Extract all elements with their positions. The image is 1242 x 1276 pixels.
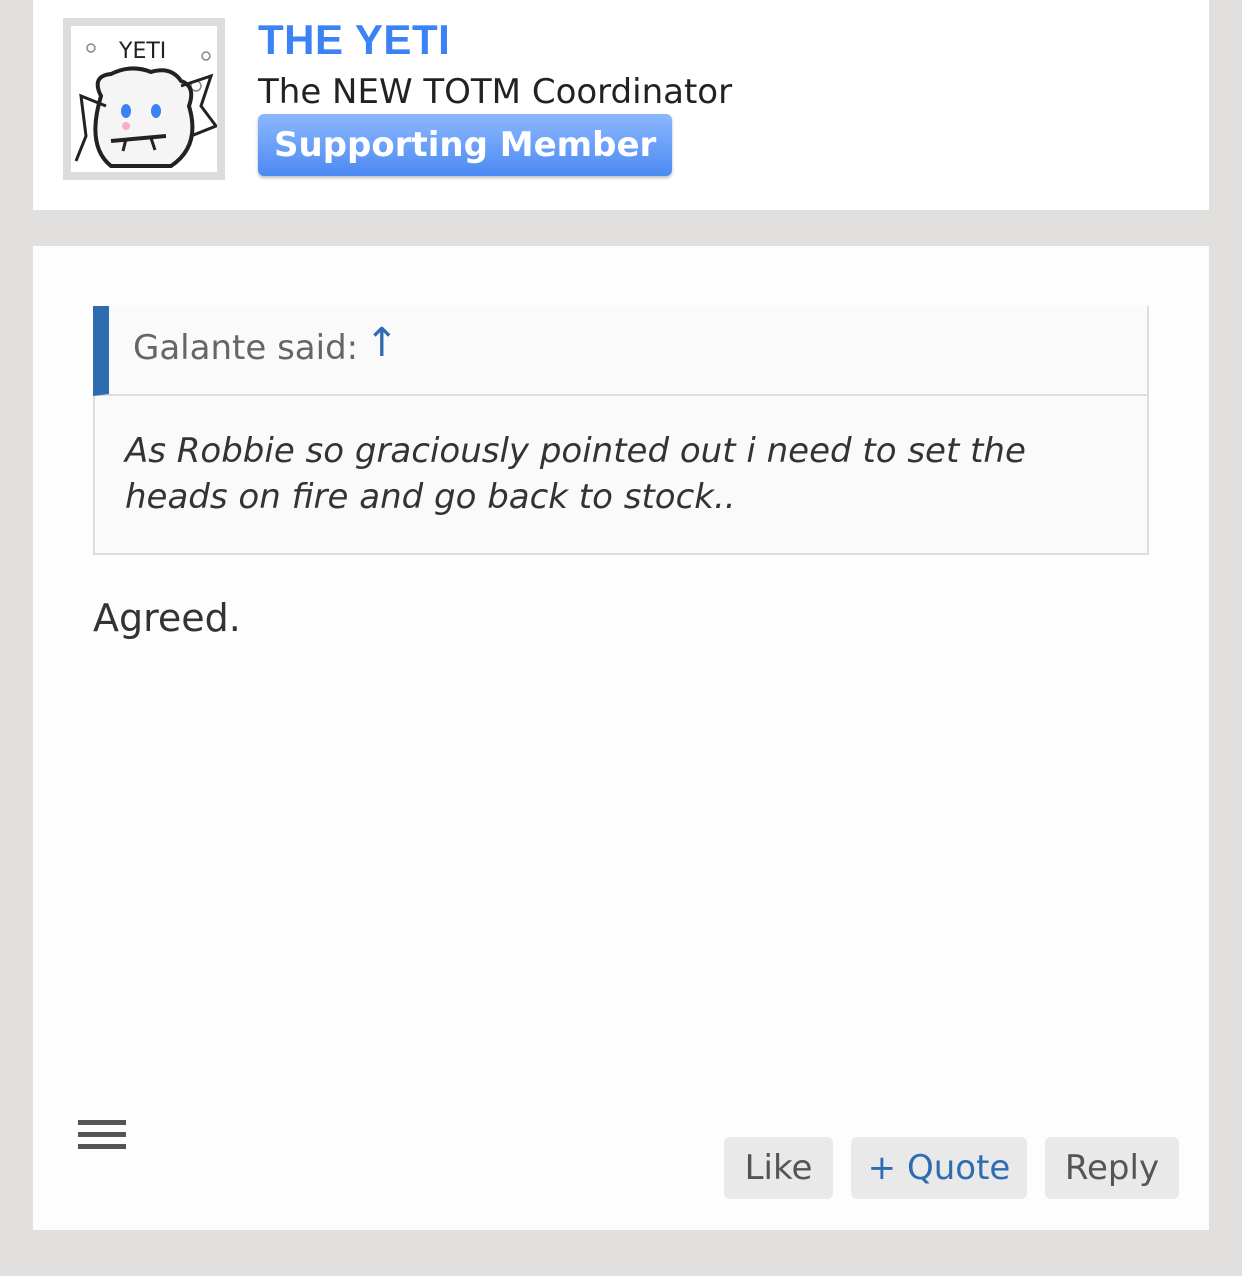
quote-text: As Robbie so graciously pointed out i ne… bbox=[125, 431, 1026, 517]
hamburger-icon[interactable] bbox=[78, 1120, 126, 1152]
post-body-card: Galante said: ↑ As Robbie so graciously … bbox=[33, 246, 1209, 1230]
quote-author: Galante said: bbox=[133, 328, 359, 368]
username[interactable]: THE YETI bbox=[258, 16, 450, 64]
reply-button[interactable]: Reply bbox=[1045, 1137, 1179, 1199]
like-button[interactable]: Like bbox=[724, 1137, 833, 1199]
yeti-avatar-icon: YETI bbox=[71, 26, 217, 172]
supporting-member-badge: Supporting Member bbox=[258, 114, 673, 176]
user-title: The NEW TOTM Coordinator bbox=[258, 72, 733, 112]
quote-button[interactable]: + Quote bbox=[851, 1137, 1027, 1199]
jump-to-quote-arrow-icon[interactable]: ↑ bbox=[365, 320, 399, 366]
quote-block: Galante said: ↑ As Robbie so graciously … bbox=[93, 306, 1149, 555]
quote-header: Galante said: ↑ bbox=[93, 306, 1147, 396]
post-header-card: YETI THE YETI The NEW TOTM Coordinator S… bbox=[33, 0, 1209, 210]
post-text: Agreed. bbox=[93, 596, 241, 640]
avatar-text: YETI bbox=[118, 39, 166, 64]
avatar[interactable]: YETI bbox=[63, 18, 225, 180]
